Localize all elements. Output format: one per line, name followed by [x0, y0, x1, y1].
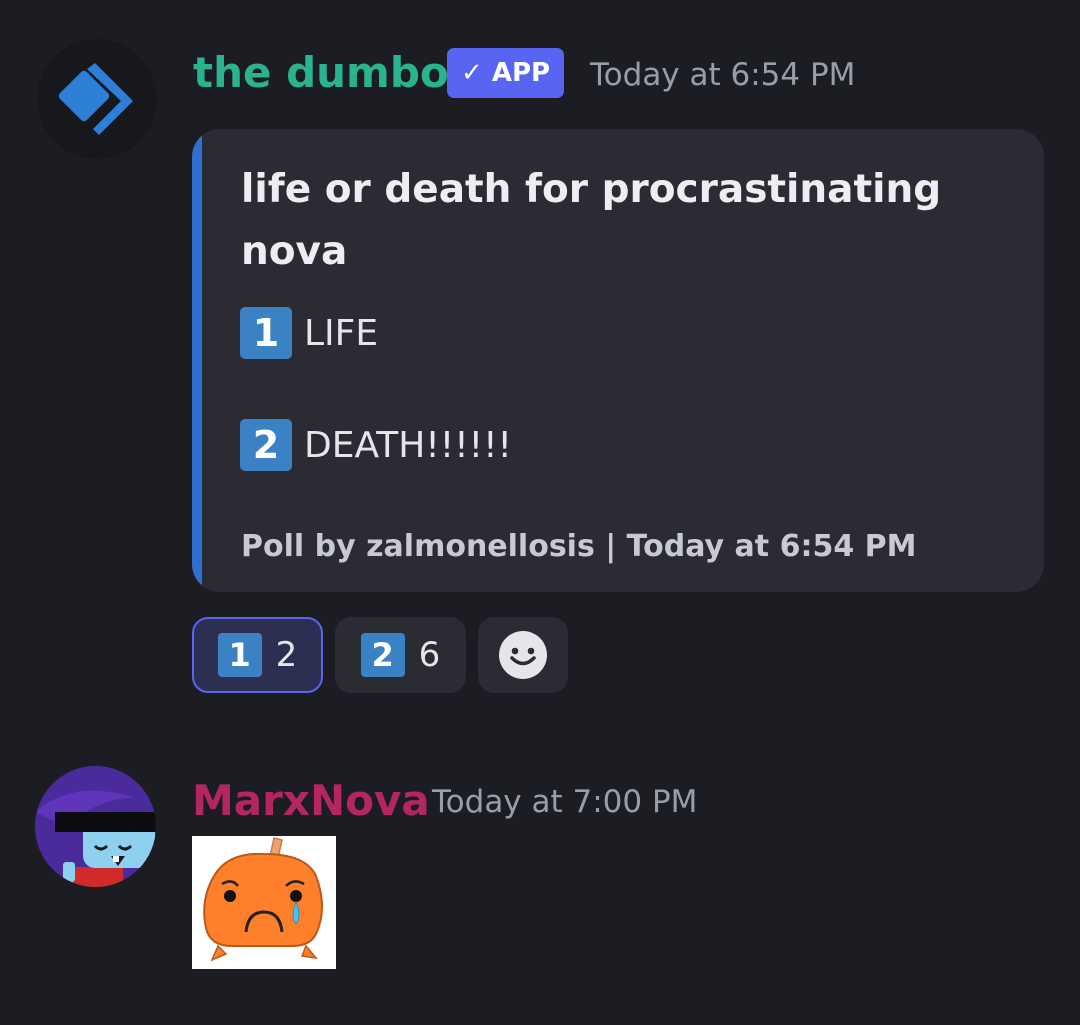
add-reaction-button[interactable] — [478, 617, 568, 693]
reaction-count: 2 — [275, 635, 298, 675]
keycap-1-icon: 1 — [240, 307, 292, 359]
option-label: LIFE — [304, 312, 379, 354]
poll-title: life or death for procrastinating nova — [241, 167, 942, 274]
message-timestamp: Today at 6:54 PM — [590, 57, 856, 93]
option-label: DEATH!!!!!! — [304, 424, 512, 466]
add-reaction-smiley-icon — [499, 631, 547, 679]
sticker-attachment[interactable] — [192, 836, 336, 969]
poll-option-1: 1 LIFE — [240, 306, 378, 360]
author-name[interactable]: the dumbot — [193, 48, 469, 97]
reaction-keycap-2[interactable]: 2 6 — [335, 617, 466, 693]
user-avatar[interactable] — [35, 766, 156, 887]
reaction-count: 6 — [418, 635, 441, 675]
bot-avatar[interactable] — [37, 39, 157, 159]
check-icon: ✓ — [461, 58, 483, 88]
embed-accent-bar — [192, 129, 202, 592]
chevron-diamond-icon — [58, 63, 133, 135]
keycap-2-icon: 2 — [360, 633, 405, 677]
cartoon-avatar-icon — [35, 766, 156, 887]
keycap-1-icon: 1 — [217, 633, 262, 677]
poll-option-2: 2 DEATH!!!!!! — [240, 418, 512, 472]
poll-embed: life or death for procrastinating nova 1… — [192, 129, 1044, 592]
embed-footer: Poll by zalmonellosis | Today at 6:54 PM — [241, 529, 917, 564]
reaction-keycap-1[interactable]: 1 2 — [192, 617, 323, 693]
message-timestamp: Today at 7:00 PM — [432, 784, 698, 820]
app-badge: ✓ APP — [447, 48, 565, 98]
author-name[interactable]: MarxNova — [192, 776, 430, 825]
crying-orange-blob-sticker-icon — [203, 837, 323, 962]
badge-label: APP — [491, 58, 551, 88]
keycap-2-icon: 2 — [240, 419, 292, 471]
